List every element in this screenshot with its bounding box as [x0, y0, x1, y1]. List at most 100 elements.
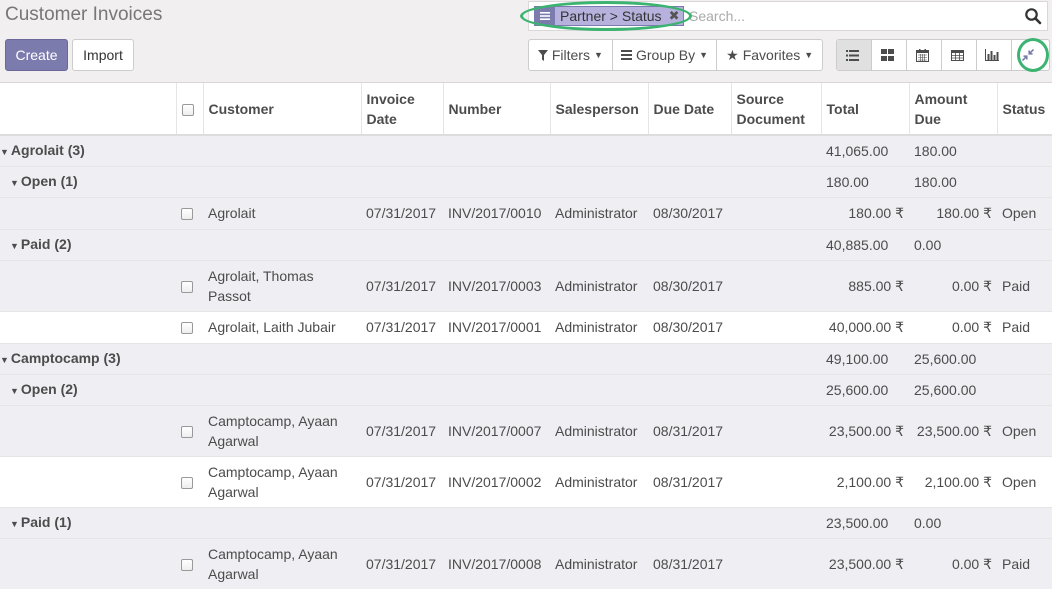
graph-view-button[interactable] [977, 40, 1012, 70]
row-checkbox[interactable] [181, 476, 193, 489]
cell-amount-due: 2,100.00 ₹ [909, 455, 997, 507]
table-row[interactable]: Camptocamp, Ayaan Agarwal 07/31/2017 INV/… [0, 537, 1052, 589]
customer-line: Agarwal [208, 565, 259, 582]
group-by-button[interactable]: Group By ▼ [613, 40, 718, 70]
cell-source-document [731, 537, 821, 589]
caret-down-icon: ▼ [10, 240, 19, 251]
column-label: Due Date [653, 100, 715, 117]
caret-down-icon: ▼ [593, 50, 603, 60]
cell-due-date: 08/31/2017 [648, 404, 731, 456]
cell-status: Paid [997, 259, 1052, 311]
cell-customer: Agrolait [203, 196, 361, 229]
group-row-camptocamp[interactable]: ▼ Camptocamp (3) 49,100.00 25,600.00 [0, 342, 1052, 374]
column-label: Customer [208, 100, 274, 117]
select-all-cell [175, 83, 203, 136]
table-row[interactable]: Agrolait 07/31/2017 INV/2017/0010 Admini… [0, 196, 1052, 229]
column-label: Source [736, 90, 784, 107]
column-label: Invoice [366, 90, 415, 107]
cell-number: INV/2017/0010 [443, 196, 550, 229]
row-checkbox[interactable] [181, 425, 193, 438]
column-number[interactable]: Number [442, 83, 550, 136]
cell-invoice-date: 07/31/2017 [361, 404, 443, 456]
column-total[interactable]: Total [820, 83, 909, 136]
column-status[interactable]: Status [996, 83, 1052, 136]
row-checkbox[interactable] [181, 280, 193, 293]
group-amount-due: 180.00 [909, 134, 997, 166]
group-label: Paid (2) [20, 235, 72, 252]
cell-total: 2,100.00 ₹ [821, 455, 909, 507]
calendar-view-button[interactable] [907, 40, 942, 70]
column-source-document[interactable]: Source Document [730, 83, 821, 136]
row-checkbox[interactable] [181, 322, 193, 335]
table-row[interactable]: Camptocamp, Ayaan Agarwal 07/31/2017 INV/… [0, 404, 1052, 456]
cell-source-document [731, 455, 821, 507]
cell-status: Open [997, 455, 1052, 507]
column-label: Status [1002, 100, 1046, 117]
table-row[interactable]: Agrolait, Thomas Passot 07/31/2017 INV/20… [0, 259, 1052, 311]
group-row-agrolait-paid[interactable]: ▼ Paid (2) 40,885.00 0.00 [0, 228, 1052, 260]
cell-amount-due: 180.00 ₹ [909, 196, 997, 229]
group-row-camptocamp-paid[interactable]: ▼ Paid (1) 23,500.00 0.00 [0, 506, 1052, 538]
group-total: 25,600.00 [821, 373, 909, 405]
column-customer[interactable]: Customer [202, 83, 361, 136]
column-due-date[interactable]: Due Date [647, 83, 731, 136]
facet-remove-icon[interactable]: ✖ [669, 9, 680, 24]
caret-down-icon: ▼ [0, 354, 9, 365]
group-label: Open (2) [20, 380, 78, 397]
column-amount-due[interactable]: Amount Due [908, 83, 997, 136]
cell-total: 180.00 ₹ [821, 196, 909, 229]
cell-number: INV/2017/0007 [443, 404, 550, 456]
group-row-agrolait-open[interactable]: ▼ Open (1) 180.00 180.00 [0, 165, 1052, 197]
column-label: Document [736, 110, 805, 127]
cell-source-document [731, 404, 821, 456]
list-view-button[interactable] [837, 40, 872, 70]
customer-line: Agrolait, Thomas [208, 267, 314, 284]
cell-salesperson: Administrator [550, 196, 648, 229]
column-label: Amount [914, 90, 968, 107]
cell-salesperson: Administrator [550, 259, 648, 311]
table-row[interactable]: Camptocamp, Ayaan Agarwal 07/31/2017 INV/… [0, 455, 1052, 507]
group-column-header [0, 83, 176, 136]
cell-amount-due: 23,500.00 ₹ [909, 404, 997, 456]
kanban-view-button[interactable] [872, 40, 907, 70]
customer-line: Camptocamp, Ayaan [208, 463, 338, 480]
cell-salesperson: Administrator [550, 537, 648, 589]
group-amount-due: 0.00 [909, 228, 997, 260]
table-row[interactable]: Agrolait, Laith Jubair 07/31/2017 INV/20… [0, 310, 1052, 343]
import-button[interactable]: Import [72, 39, 134, 71]
column-invoice-date[interactable]: Invoice Date [360, 83, 443, 136]
search-input[interactable] [689, 8, 1009, 24]
column-label: Due [914, 110, 941, 127]
group-total: 180.00 [821, 165, 909, 197]
cell-customer: Camptocamp, Ayaan Agarwal [203, 455, 361, 507]
group-label: Agrolait (3) [10, 141, 85, 158]
kanban-view-icon [880, 49, 894, 61]
cell-customer: Camptocamp, Ayaan Agarwal [203, 537, 361, 589]
cell-salesperson: Administrator [550, 455, 648, 507]
cell-status: Open [997, 196, 1052, 229]
row-checkbox[interactable] [181, 559, 193, 572]
caret-down-icon: ▼ [10, 177, 19, 188]
cell-status: Open [997, 404, 1052, 456]
row-checkbox[interactable] [181, 208, 193, 221]
search-icon[interactable] [1024, 7, 1042, 25]
cell-customer: Camptocamp, Ayaan Agarwal [203, 404, 361, 456]
filters-button[interactable]: Filters ▼ [529, 40, 613, 70]
search-facet-partner-status[interactable]: Partner > Status ✖ [534, 6, 684, 26]
caret-down-icon: ▼ [0, 146, 9, 157]
favorites-button[interactable]: ★ Favorites ▼ [717, 40, 822, 70]
pivot-view-button[interactable] [942, 40, 977, 70]
group-row-camptocamp-open[interactable]: ▼ Open (2) 25,600.00 25,600.00 [0, 373, 1052, 405]
collapse-view-button[interactable] [1012, 40, 1047, 70]
search-box[interactable]: Partner > Status ✖ [528, 1, 1048, 31]
caret-down-icon: ▼ [804, 50, 814, 60]
create-button[interactable]: Create [5, 39, 68, 71]
column-salesperson[interactable]: Salesperson [549, 83, 648, 136]
table-header: Customer Invoice Date Number Salesperson … [0, 83, 1052, 136]
cell-invoice-date: 07/31/2017 [361, 310, 443, 343]
cell-amount-due: 0.00 ₹ [909, 310, 997, 343]
select-all-checkbox[interactable] [181, 103, 194, 116]
group-row-agrolait[interactable]: ▼ Agrolait (3) 41,065.00 180.00 [0, 134, 1052, 166]
group-amount-due: 180.00 [909, 165, 997, 197]
cell-due-date: 08/31/2017 [648, 537, 731, 589]
